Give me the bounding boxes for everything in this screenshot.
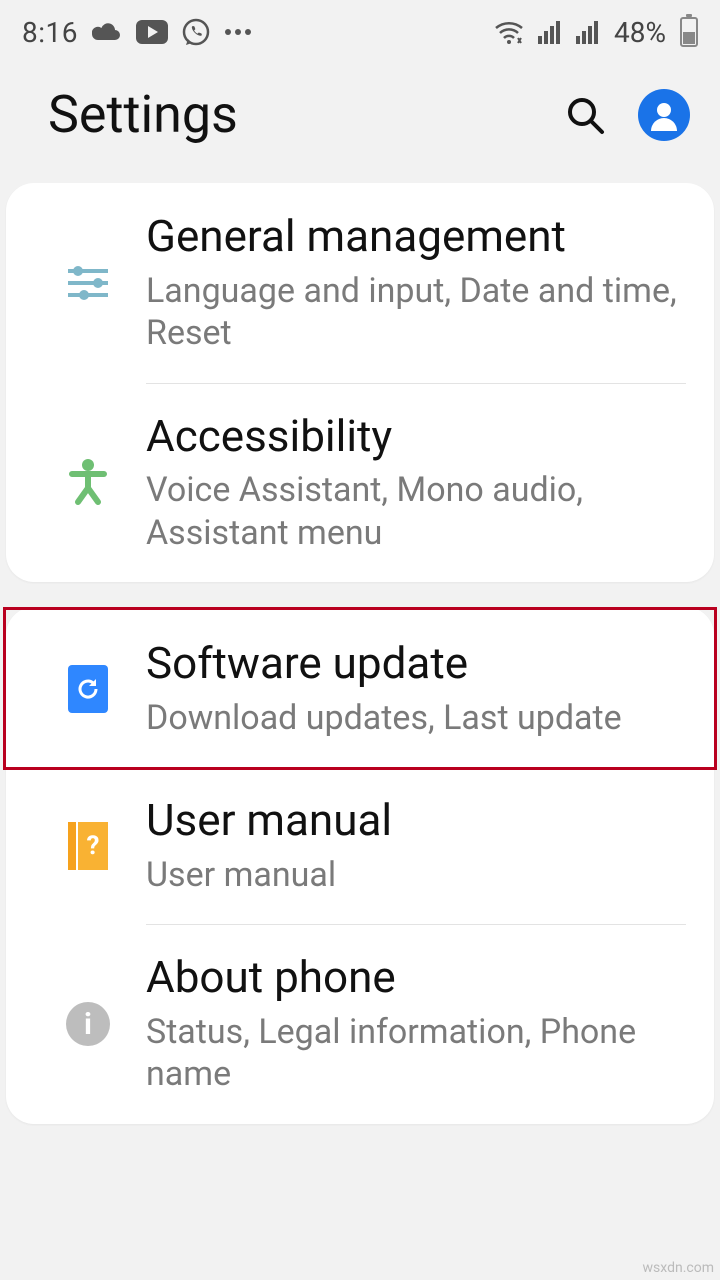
row-title: Accessibility	[146, 411, 686, 462]
battery-percentage: 48%	[614, 16, 666, 49]
row-accessibility[interactable]: Accessibility Voice Assistant, Mono audi…	[6, 383, 714, 583]
row-user-manual[interactable]: ? User manual User manual	[6, 767, 714, 924]
update-icon	[30, 665, 146, 713]
search-button[interactable]	[564, 94, 606, 136]
settings-group-2: Software update Download updates, Last u…	[6, 607, 714, 1124]
row-about-phone[interactable]: i About phone Status, Legal information,…	[6, 924, 714, 1124]
status-bar: 8:16 48%	[0, 0, 720, 54]
row-subtitle: User manual	[146, 854, 686, 897]
settings-group-1: General management Language and input, D…	[6, 183, 714, 582]
row-subtitle: Status, Legal information, Phone name	[146, 1011, 686, 1096]
row-subtitle: Download updates, Last update	[146, 697, 686, 740]
person-icon	[30, 458, 146, 506]
youtube-icon	[136, 20, 168, 44]
watermark: wsxdn.com	[643, 1260, 714, 1276]
sliders-icon	[30, 263, 146, 303]
app-header: Settings	[0, 54, 720, 183]
row-software-update[interactable]: Software update Download updates, Last u…	[3, 607, 717, 770]
account-avatar[interactable]	[638, 89, 690, 141]
battery-icon	[680, 17, 698, 47]
row-title: General management	[146, 211, 686, 262]
status-right: 48%	[494, 16, 698, 49]
row-title: User manual	[146, 795, 686, 846]
signal-icon-1	[538, 20, 562, 44]
row-title: About phone	[146, 952, 686, 1003]
wifi-icon	[494, 20, 524, 44]
row-general-management[interactable]: General management Language and input, D…	[6, 183, 714, 383]
row-subtitle: Voice Assistant, Mono audio, Assistant m…	[146, 469, 686, 554]
row-subtitle: Language and input, Date and time, Reset	[146, 270, 686, 355]
signal-icon-2	[576, 20, 600, 44]
page-title: Settings	[48, 84, 238, 145]
status-clock: 8:16	[22, 16, 78, 49]
info-icon: i	[30, 1002, 146, 1046]
manual-icon: ?	[30, 822, 146, 870]
whatsapp-icon	[182, 18, 210, 46]
more-icon	[224, 27, 252, 37]
row-title: Software update	[146, 638, 686, 689]
header-actions	[564, 89, 690, 141]
cloud-icon	[92, 21, 122, 43]
status-left: 8:16	[22, 16, 252, 49]
